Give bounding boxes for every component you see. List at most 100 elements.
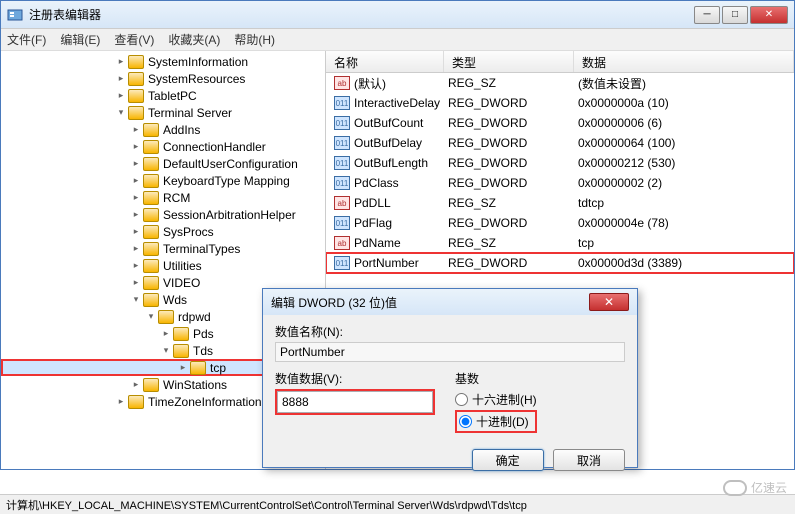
expander-icon[interactable]: ▸ <box>131 260 141 271</box>
radio-hex-label: 十六进制(H) <box>472 391 537 408</box>
watermark-text: 亿速云 <box>751 479 787 496</box>
radio-dec[interactable] <box>459 415 472 428</box>
expander-icon[interactable]: ▸ <box>161 328 171 339</box>
folder-icon <box>143 174 159 188</box>
ok-button[interactable]: 确定 <box>472 449 544 471</box>
expander-icon[interactable]: ▸ <box>178 362 188 373</box>
menu-file[interactable]: 文件(F) <box>7 31 46 48</box>
dialog-close-button[interactable]: ✕ <box>589 293 629 311</box>
expander-icon[interactable]: ▸ <box>131 379 141 390</box>
row-data: tdtcp <box>578 196 794 210</box>
tree-item-label: SysProcs <box>163 225 214 239</box>
row-data: 0x00000064 (100) <box>578 136 794 150</box>
string-icon: ab <box>334 236 350 250</box>
radio-dec-row[interactable]: 十进制(D) <box>455 410 537 433</box>
expander-icon[interactable]: ▸ <box>116 73 126 84</box>
cancel-button[interactable]: 取消 <box>553 449 625 471</box>
tree-item-label: ConnectionHandler <box>163 140 266 154</box>
tree-item-label: SessionArbitrationHelper <box>163 208 296 222</box>
tree-item[interactable]: ▸RCM <box>1 189 325 206</box>
expander-icon[interactable]: ▸ <box>131 141 141 152</box>
tree-item[interactable]: ▸TerminalTypes <box>1 240 325 257</box>
window-title: 注册表编辑器 <box>29 6 694 23</box>
expander-icon[interactable]: ▸ <box>131 243 141 254</box>
tree-item[interactable]: ▸TabletPC <box>1 87 325 104</box>
list-row[interactable]: 011InteractiveDelayREG_DWORD0x0000000a (… <box>326 93 794 113</box>
row-data: tcp <box>578 236 794 250</box>
expander-icon[interactable]: ▸ <box>131 209 141 220</box>
tree-item[interactable]: ▸ ConnectionHandler <box>1 138 325 155</box>
tree-item[interactable]: ▸AddIns <box>1 121 325 138</box>
value-data-highlight <box>275 389 435 415</box>
row-name: PdDLL <box>354 196 448 210</box>
expander-icon[interactable]: ▾ <box>131 294 141 305</box>
expander-icon[interactable]: ▸ <box>131 226 141 237</box>
row-type: REG_DWORD <box>448 116 578 130</box>
tree-item[interactable]: ▸ SystemResources <box>1 70 325 87</box>
row-type: REG_DWORD <box>448 136 578 150</box>
expander-icon[interactable]: ▸ <box>116 396 126 407</box>
titlebar[interactable]: 注册表编辑器 ─ □ ✕ <box>1 1 794 29</box>
tree-item-label: rdpwd <box>178 310 211 324</box>
minimize-button[interactable]: ─ <box>694 6 720 24</box>
list-row[interactable]: abPdNameREG_SZtcp <box>326 233 794 253</box>
list-row[interactable]: 011OutBufDelayREG_DWORD0x00000064 (100) <box>326 133 794 153</box>
expander-icon[interactable]: ▸ <box>131 175 141 186</box>
menu-edit[interactable]: 编辑(E) <box>60 31 100 48</box>
tree-item[interactable]: ▸SystemInformation <box>1 53 325 70</box>
folder-icon <box>143 191 159 205</box>
expander-icon[interactable]: ▸ <box>131 277 141 288</box>
expander-icon[interactable]: ▾ <box>161 345 171 356</box>
dword-icon: 011 <box>334 136 350 150</box>
dialog-titlebar[interactable]: 编辑 DWORD (32 位)值 ✕ <box>263 289 637 315</box>
list-body[interactable]: ab(默认)REG_SZ(数值未设置)011InteractiveDelayRE… <box>326 73 794 273</box>
row-type: REG_DWORD <box>448 156 578 170</box>
folder-icon <box>128 106 144 120</box>
tree-item-label: Terminal Server <box>148 106 232 120</box>
expander-icon[interactable]: ▾ <box>116 107 126 118</box>
maximize-button[interactable]: □ <box>722 6 748 24</box>
radio-hex[interactable] <box>455 393 468 406</box>
menu-view[interactable]: 查看(V) <box>114 31 154 48</box>
radio-hex-row[interactable]: 十六进制(H) <box>455 391 537 408</box>
tree-item[interactable]: ▸KeyboardType Mapping <box>1 172 325 189</box>
list-row[interactable]: 011PortNumberREG_DWORD0x00000d3d (3389) <box>326 253 794 273</box>
list-row[interactable]: 011PdClassREG_DWORD0x00000002 (2) <box>326 173 794 193</box>
dword-icon: 011 <box>334 256 350 270</box>
list-row[interactable]: 011OutBufCountREG_DWORD0x00000006 (6) <box>326 113 794 133</box>
tree-item[interactable]: ▸Utilities <box>1 257 325 274</box>
folder-icon <box>158 310 174 324</box>
row-name: PdFlag <box>354 216 448 230</box>
expander-icon[interactable]: ▸ <box>131 124 141 135</box>
expander-icon[interactable]: ▸ <box>131 192 141 203</box>
watermark: 亿速云 <box>723 479 787 496</box>
col-name[interactable]: 名称 <box>326 51 444 72</box>
expander-icon[interactable]: ▸ <box>116 90 126 101</box>
tree-item-label: SystemResources <box>148 72 245 86</box>
col-type[interactable]: 类型 <box>444 51 574 72</box>
row-type: REG_DWORD <box>448 176 578 190</box>
expander-icon[interactable]: ▸ <box>116 56 126 67</box>
row-data: 0x0000004e (78) <box>578 216 794 230</box>
tree-item[interactable]: ▾ Terminal Server <box>1 104 325 121</box>
list-header[interactable]: 名称 类型 数据 <box>326 51 794 73</box>
menu-favorites[interactable]: 收藏夹(A) <box>168 31 220 48</box>
row-type: REG_DWORD <box>448 256 578 270</box>
folder-icon <box>143 140 159 154</box>
row-data: 0x00000d3d (3389) <box>578 256 794 270</box>
tree-item[interactable]: ▸ SysProcs <box>1 223 325 240</box>
folder-icon <box>143 242 159 256</box>
list-row[interactable]: 011PdFlagREG_DWORD0x0000004e (78) <box>326 213 794 233</box>
row-type: REG_DWORD <box>448 96 578 110</box>
list-row[interactable]: 011OutBufLengthREG_DWORD0x00000212 (530) <box>326 153 794 173</box>
expander-icon[interactable]: ▾ <box>146 311 156 322</box>
close-button[interactable]: ✕ <box>750 6 788 24</box>
list-row[interactable]: ab(默认)REG_SZ(数值未设置) <box>326 73 794 93</box>
menu-help[interactable]: 帮助(H) <box>234 31 275 48</box>
tree-item[interactable]: ▸DefaultUserConfiguration <box>1 155 325 172</box>
value-data-input[interactable] <box>277 391 433 413</box>
col-data[interactable]: 数据 <box>574 51 794 72</box>
list-row[interactable]: abPdDLLREG_SZtdtcp <box>326 193 794 213</box>
tree-item[interactable]: ▸ SessionArbitrationHelper <box>1 206 325 223</box>
expander-icon[interactable]: ▸ <box>131 158 141 169</box>
